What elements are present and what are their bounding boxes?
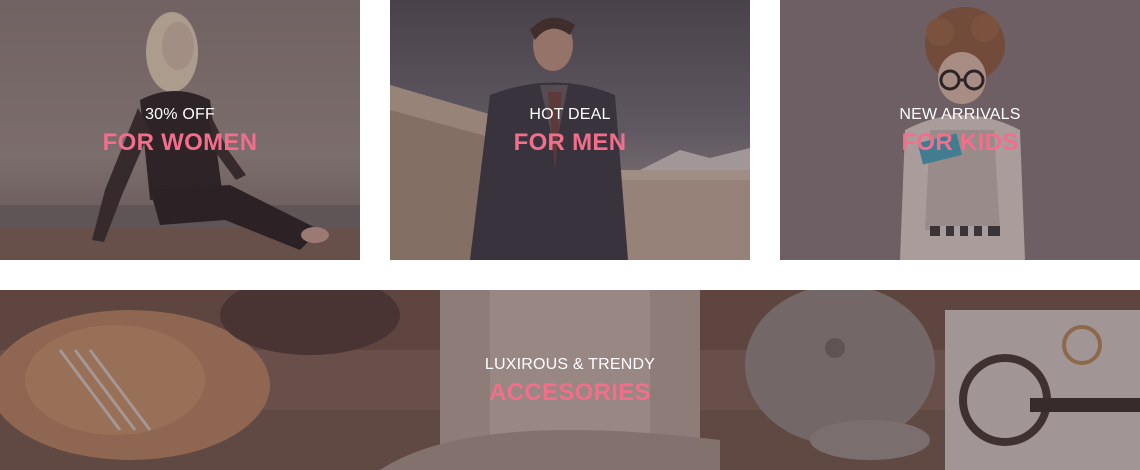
banner-men[interactable]: HOT DEAL FOR MEN	[390, 0, 750, 260]
women-overlay	[0, 0, 360, 260]
kids-overlay	[780, 0, 1140, 260]
banner-women[interactable]: 30% OFF FOR WOMEN	[0, 0, 360, 260]
banner-accessories[interactable]: LUXIROUS & TRENDY ACCESORIES	[0, 290, 1140, 470]
accessories-overlay	[0, 290, 1140, 470]
banner-kids[interactable]: NEW ARRIVALS FOR KIDS	[780, 0, 1140, 260]
men-overlay	[390, 0, 750, 260]
